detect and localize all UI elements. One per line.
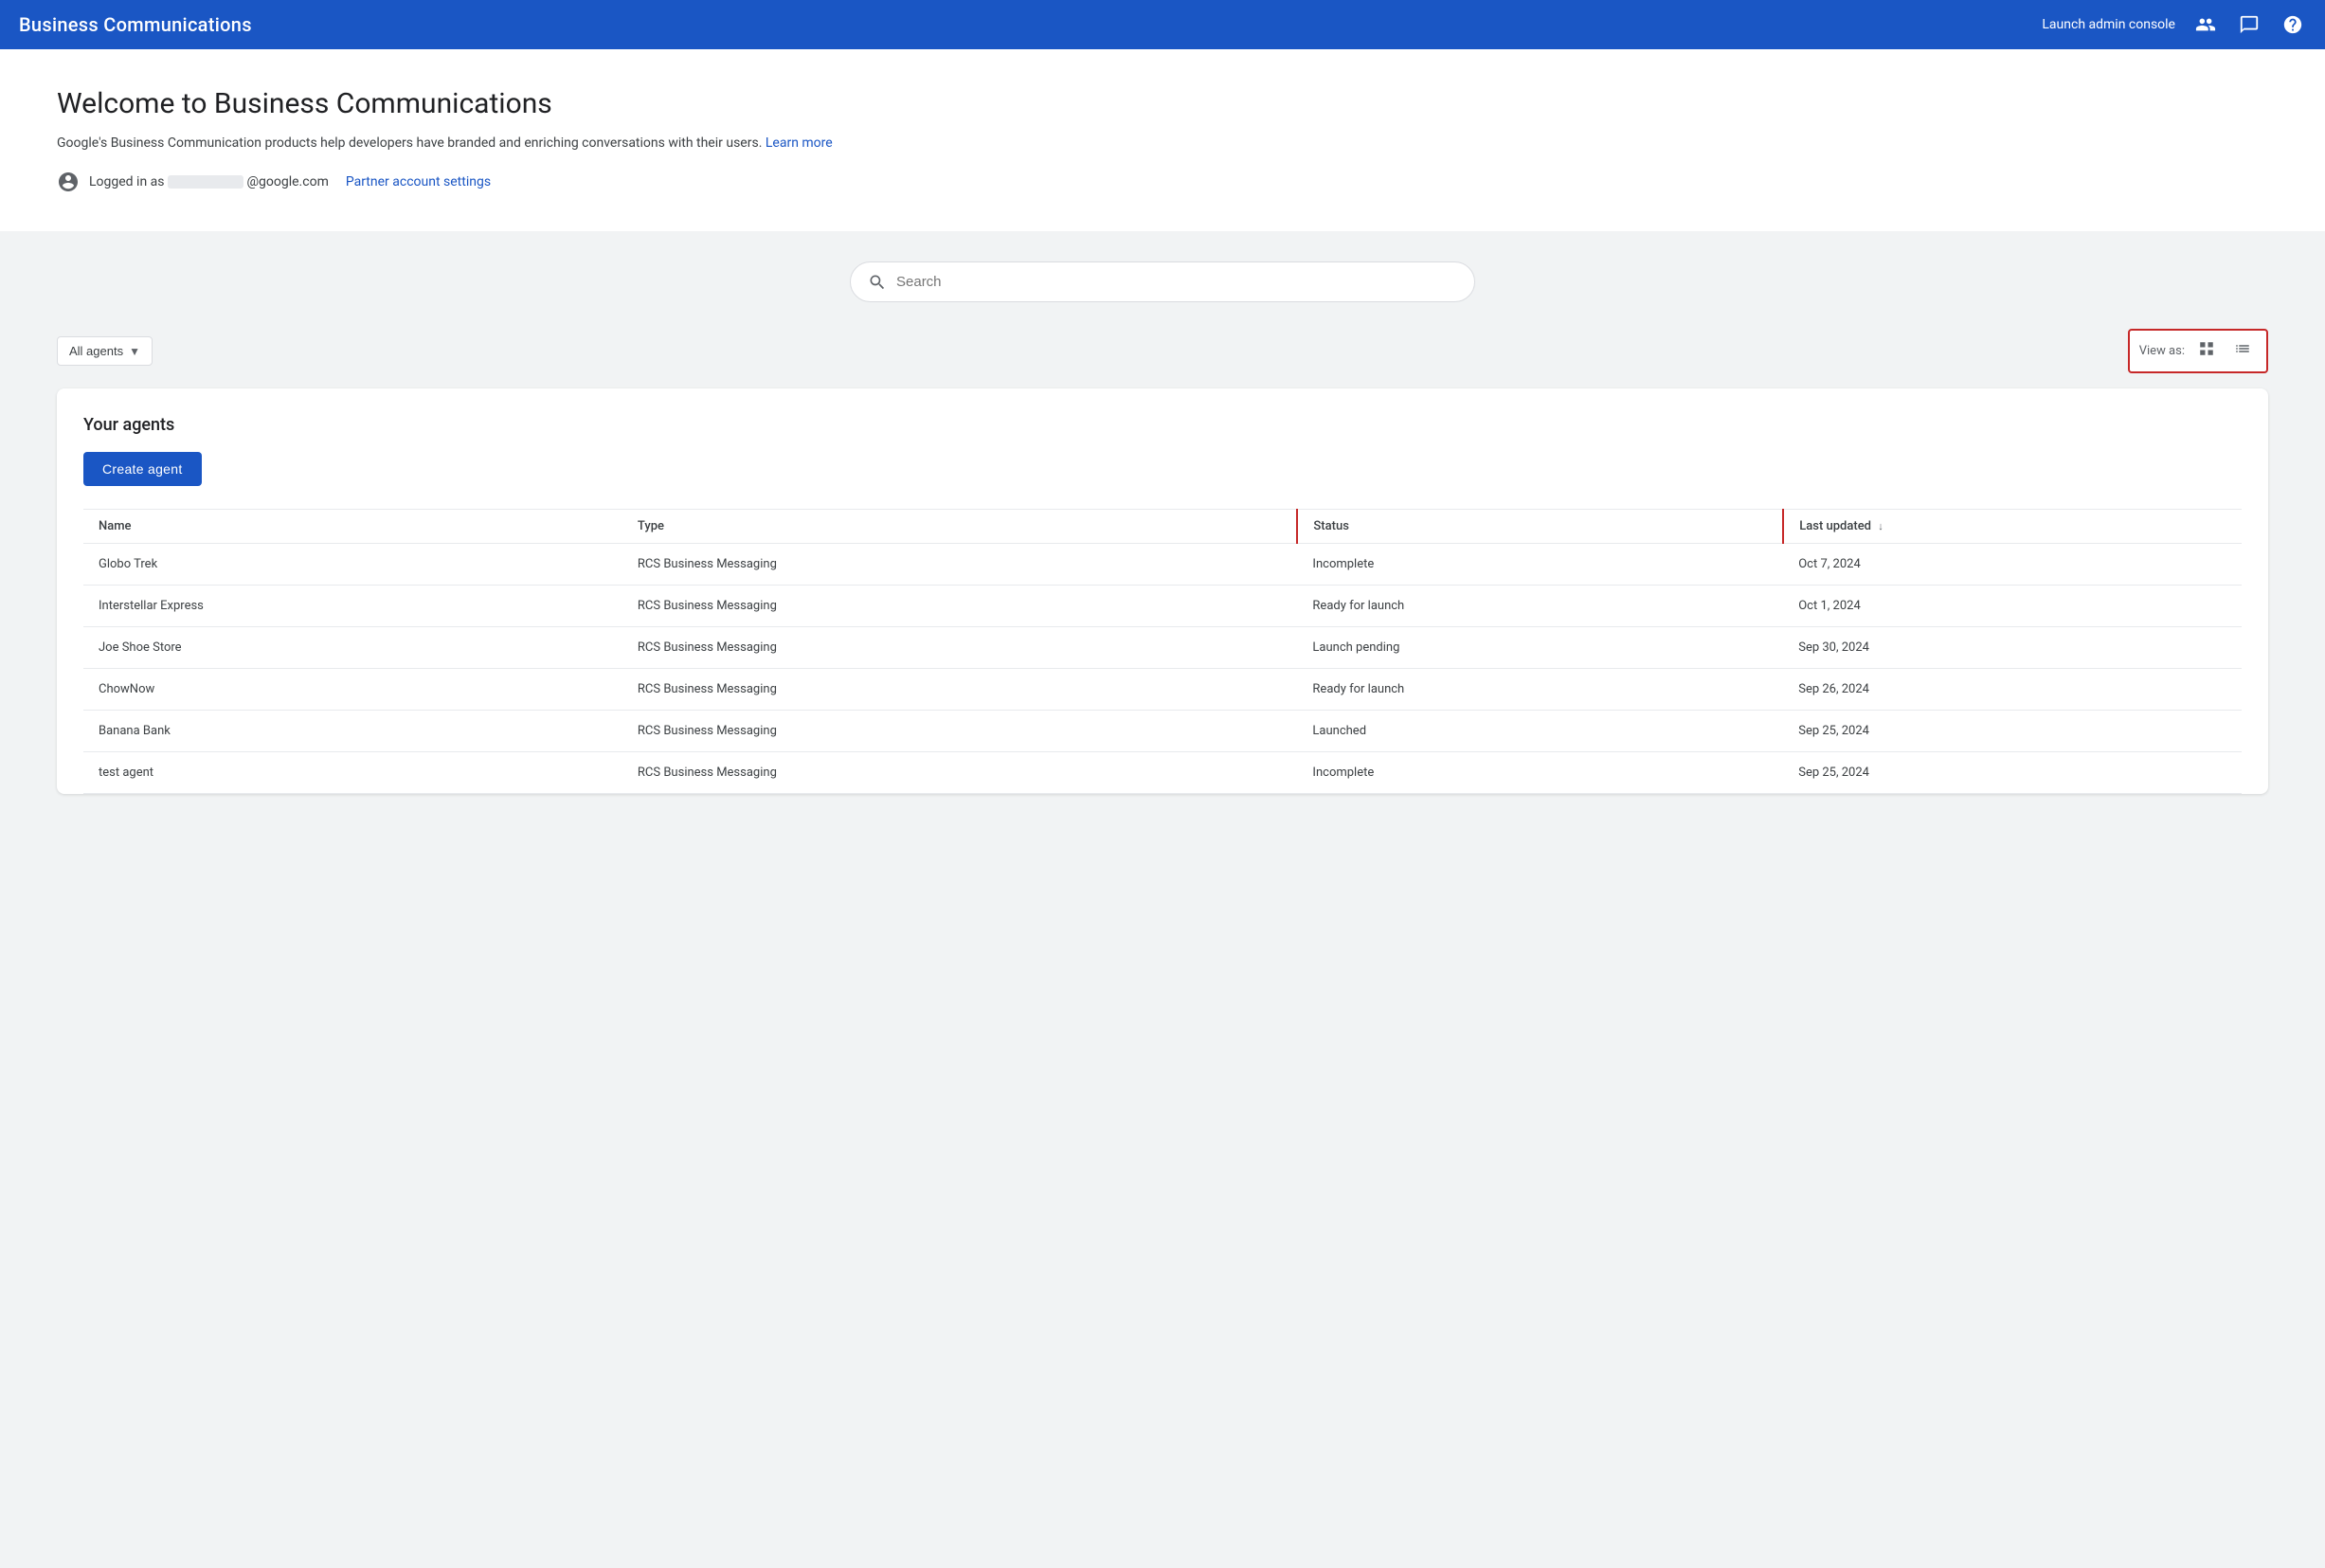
- learn-more-link[interactable]: Learn more: [766, 135, 833, 151]
- agent-date-cell: Oct 7, 2024: [1783, 544, 2242, 586]
- agent-type-cell: RCS Business Messaging: [622, 752, 1298, 794]
- col-header-last-updated: Last updated ↓: [1783, 510, 2242, 544]
- account-icon: [57, 170, 80, 193]
- logged-in-text: Logged in as @google.com: [89, 174, 329, 189]
- col-header-status: Status: [1297, 510, 1783, 544]
- search-input[interactable]: [896, 274, 1457, 290]
- list-view-button[interactable]: [2228, 336, 2257, 366]
- table-row[interactable]: test agentRCS Business MessagingIncomple…: [83, 752, 2242, 794]
- search-icon: [868, 272, 887, 292]
- agent-name-cell: test agent: [83, 752, 622, 794]
- header-right: Launch admin console: [2042, 11, 2306, 38]
- dropdown-arrow-icon: ▼: [129, 345, 140, 358]
- agent-status-cell: Launch pending: [1297, 627, 1783, 669]
- launch-admin-link[interactable]: Launch admin console: [2042, 17, 2175, 32]
- partner-account-settings-link[interactable]: Partner account settings: [346, 174, 491, 189]
- agent-type-cell: RCS Business Messaging: [622, 544, 1298, 586]
- agents-panel-title: Your agents: [83, 415, 2242, 435]
- col-header-name: Name: [83, 510, 622, 544]
- agents-table: Name Type Status Last updated ↓ Globo Tr…: [83, 509, 2242, 794]
- welcome-title: Welcome to Business Communications: [57, 87, 2268, 120]
- agent-name-cell: Interstellar Express: [83, 586, 622, 627]
- agent-date-cell: Sep 25, 2024: [1783, 711, 2242, 752]
- logged-in-row: Logged in as @google.com Partner account…: [57, 170, 2268, 193]
- agent-date-cell: Sep 26, 2024: [1783, 669, 2242, 711]
- table-row[interactable]: Joe Shoe StoreRCS Business MessagingLaun…: [83, 627, 2242, 669]
- agent-status-cell: Incomplete: [1297, 752, 1783, 794]
- welcome-description: Google's Business Communication products…: [57, 135, 2268, 151]
- agents-tbody: Globo TrekRCS Business MessagingIncomple…: [83, 544, 2242, 794]
- view-as-container: View as:: [2128, 329, 2268, 373]
- agents-panel: Your agents Create agent Name Type Statu…: [57, 388, 2268, 794]
- agent-type-cell: RCS Business Messaging: [622, 586, 1298, 627]
- filter-row: All agents ▼ View as:: [57, 329, 2268, 373]
- app-header: Business Communications Launch admin con…: [0, 0, 2325, 49]
- chat-icon[interactable]: [2236, 11, 2262, 38]
- all-agents-dropdown[interactable]: All agents ▼: [57, 336, 153, 366]
- agent-name-cell: Globo Trek: [83, 544, 622, 586]
- create-agent-button[interactable]: Create agent: [83, 452, 202, 486]
- agent-status-cell: Incomplete: [1297, 544, 1783, 586]
- agent-date-cell: Sep 25, 2024: [1783, 752, 2242, 794]
- table-header: Name Type Status Last updated ↓: [83, 510, 2242, 544]
- agent-type-cell: RCS Business Messaging: [622, 627, 1298, 669]
- welcome-section: Welcome to Business Communications Googl…: [0, 49, 2325, 231]
- main-content: All agents ▼ View as: Your agents Create…: [0, 231, 2325, 824]
- agent-name-cell: ChowNow: [83, 669, 622, 711]
- people-icon[interactable]: [2192, 11, 2219, 38]
- grid-view-button[interactable]: [2192, 336, 2221, 366]
- agent-type-cell: RCS Business Messaging: [622, 711, 1298, 752]
- app-title: Business Communications: [19, 13, 252, 36]
- agent-type-cell: RCS Business Messaging: [622, 669, 1298, 711]
- col-header-type: Type: [622, 510, 1298, 544]
- table-row[interactable]: Banana BankRCS Business MessagingLaunche…: [83, 711, 2242, 752]
- table-row[interactable]: Globo TrekRCS Business MessagingIncomple…: [83, 544, 2242, 586]
- sort-arrow-icon: ↓: [1878, 520, 1883, 532]
- agent-name-cell: Joe Shoe Store: [83, 627, 622, 669]
- table-row[interactable]: Interstellar ExpressRCS Business Messagi…: [83, 586, 2242, 627]
- email-blurred: [168, 175, 243, 189]
- search-container: [57, 261, 2268, 302]
- agent-status-cell: Ready for launch: [1297, 669, 1783, 711]
- agent-status-cell: Ready for launch: [1297, 586, 1783, 627]
- agent-date-cell: Sep 30, 2024: [1783, 627, 2242, 669]
- help-icon[interactable]: [2280, 11, 2306, 38]
- search-box: [850, 261, 1475, 302]
- table-row[interactable]: ChowNowRCS Business MessagingReady for l…: [83, 669, 2242, 711]
- agent-name-cell: Banana Bank: [83, 711, 622, 752]
- view-as-label: View as:: [2139, 344, 2185, 358]
- agent-date-cell: Oct 1, 2024: [1783, 586, 2242, 627]
- agent-status-cell: Launched: [1297, 711, 1783, 752]
